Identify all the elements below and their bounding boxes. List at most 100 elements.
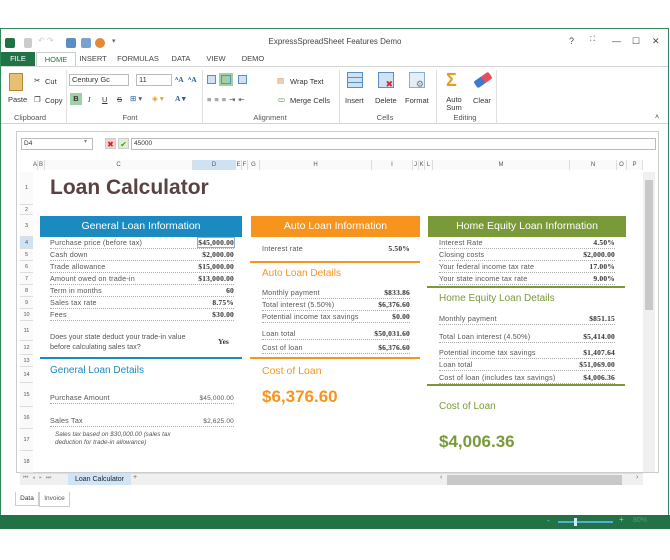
- formula-input[interactable]: 45000: [131, 138, 656, 150]
- font-color-icon[interactable]: A ▾: [175, 94, 186, 103]
- close-button[interactable]: ✕: [652, 36, 660, 47]
- align-middle-icon[interactable]: [219, 73, 233, 86]
- underline-button[interactable]: U: [102, 95, 107, 104]
- format-button[interactable]: Format: [405, 96, 429, 105]
- row-header[interactable]: 9: [20, 297, 33, 309]
- wrap-text-button[interactable]: Wrap Text: [290, 77, 324, 86]
- strikethrough-button[interactable]: S: [117, 95, 122, 104]
- sales-tax-note: Sales tax based on $30,000.00 (sales tax…: [55, 431, 171, 446]
- row-header[interactable]: 4: [20, 237, 33, 249]
- maximize-button[interactable]: ☐: [632, 36, 640, 47]
- data-row: Interest Rate 4.50%: [439, 238, 615, 249]
- row-header[interactable]: 12: [20, 341, 33, 355]
- column-header[interactable]: C: [45, 160, 193, 170]
- row-header[interactable]: 14: [20, 367, 33, 383]
- paste-button[interactable]: Paste: [8, 95, 27, 104]
- fullscreen-button[interactable]: ⛶: [590, 36, 595, 44]
- add-sheet-icon[interactable]: +: [133, 474, 137, 481]
- row-header[interactable]: 11: [20, 321, 33, 341]
- tab-view[interactable]: VIEW: [203, 52, 229, 66]
- font-name-select[interactable]: Century Gc: [69, 74, 129, 86]
- row-header[interactable]: 13: [20, 355, 33, 367]
- delete-button[interactable]: Delete: [375, 96, 397, 105]
- vertical-scroll-thumb[interactable]: [645, 180, 653, 310]
- font-size-select[interactable]: 11: [136, 74, 172, 86]
- data-row: Potential income tax savings $0.00: [262, 312, 410, 323]
- auto-details-title: Auto Loan Details: [262, 268, 341, 279]
- cancel-edit-icon[interactable]: ✖: [105, 138, 116, 149]
- column-header[interactable]: G: [248, 160, 260, 170]
- name-box[interactable]: D4: [21, 138, 93, 150]
- column-header[interactable]: P: [627, 160, 643, 170]
- align-bottom-icon[interactable]: [238, 75, 247, 84]
- row-header[interactable]: 5: [20, 249, 33, 261]
- row-header[interactable]: 10: [20, 309, 33, 321]
- trade-in-question: Does your state deduct your trade-in val…: [50, 332, 186, 351]
- row-header[interactable]: 2: [20, 205, 33, 215]
- sheet-tab-loan-calculator[interactable]: Loan Calculator: [68, 474, 131, 485]
- zoom-slider[interactable]: [558, 518, 613, 526]
- row-header[interactable]: 3: [20, 215, 33, 237]
- column-header[interactable]: B: [38, 160, 45, 170]
- row-header[interactable]: 6: [20, 261, 33, 273]
- horizontal-align-icons[interactable]: ≡≡≡⇥⇤: [207, 95, 248, 104]
- grow-font-icon[interactable]: ᴬA: [175, 75, 184, 84]
- copy-button[interactable]: Copy: [45, 96, 63, 105]
- general-details-title: General Loan Details: [50, 365, 144, 376]
- wrap-text-icon: ▤: [277, 76, 285, 85]
- scroll-right-icon[interactable]: ›: [636, 474, 638, 481]
- fill-color-icon[interactable]: ◈ ▾: [152, 94, 164, 103]
- column-header[interactable]: H: [260, 160, 372, 170]
- confirm-edit-icon[interactable]: ✔: [118, 138, 129, 149]
- data-row: Potential income tax savings $1,407.64: [439, 343, 615, 359]
- doc-tab-data[interactable]: Data: [15, 492, 39, 506]
- clear-button[interactable]: Clear: [473, 96, 491, 105]
- data-row: Total interest (5.50%) $6,376.60: [262, 300, 410, 311]
- sheet-nav-buttons[interactable]: ⏮◂▸⏭: [23, 475, 55, 482]
- shrink-font-icon[interactable]: ᴬA: [188, 75, 197, 84]
- help-button[interactable]: ?: [569, 36, 574, 46]
- zoom-out-button[interactable]: -: [547, 516, 550, 525]
- paste-icon[interactable]: [9, 73, 23, 91]
- tab-data[interactable]: DATA: [168, 52, 194, 66]
- data-row: Monthly payment $833.86: [262, 288, 410, 299]
- autosum-button[interactable]: Auto Sum: [444, 96, 464, 112]
- tab-insert[interactable]: INSERT: [78, 52, 108, 66]
- column-header[interactable]: D: [193, 160, 236, 170]
- tab-demo[interactable]: DEMO: [238, 52, 268, 66]
- cut-button[interactable]: Cut: [45, 77, 57, 86]
- scroll-left-icon[interactable]: ‹: [440, 474, 442, 481]
- data-row: Monthly payment $851.15: [439, 311, 615, 325]
- column-header[interactable]: M: [433, 160, 570, 170]
- row-header[interactable]: 1: [20, 172, 33, 205]
- horizontal-scroll-thumb[interactable]: [447, 475, 622, 485]
- tab-formulas[interactable]: FORMULAS: [116, 52, 160, 66]
- collapse-ribbon-icon[interactable]: ˄: [655, 114, 659, 121]
- zoom-in-button[interactable]: +: [619, 515, 624, 524]
- row-header[interactable]: 15: [20, 383, 33, 407]
- name-box-dropdown-icon[interactable]: ▾: [84, 138, 87, 145]
- tab-file[interactable]: FILE: [1, 52, 35, 66]
- italic-button[interactable]: I: [88, 95, 91, 104]
- vertical-scrollbar[interactable]: [643, 172, 655, 472]
- insert-button[interactable]: Insert: [345, 96, 364, 105]
- sales-tax-row: Sales Tax $2,625.00: [50, 413, 234, 427]
- trade-in-answer[interactable]: Yes: [218, 337, 229, 346]
- minimize-button[interactable]: —: [612, 36, 621, 46]
- row-header[interactable]: 17: [20, 429, 33, 451]
- row-header[interactable]: 16: [20, 407, 33, 429]
- doc-tab-invoice[interactable]: Invoice: [39, 492, 70, 507]
- row-header[interactable]: 18: [20, 451, 33, 473]
- column-header[interactable]: N: [570, 160, 617, 170]
- row-header[interactable]: 7: [20, 273, 33, 285]
- column-header[interactable]: I: [372, 160, 413, 170]
- column-header[interactable]: L: [425, 160, 433, 170]
- borders-icon[interactable]: ⊞ ▾: [130, 94, 142, 103]
- column-header[interactable]: O: [617, 160, 627, 170]
- tab-home[interactable]: HOME: [36, 52, 76, 67]
- data-row: Term in months 60: [50, 286, 234, 297]
- bold-button[interactable]: B: [70, 93, 82, 105]
- row-header[interactable]: 8: [20, 285, 33, 297]
- merge-cells-button[interactable]: Merge Cells: [290, 96, 330, 105]
- align-top-icon[interactable]: [207, 75, 216, 84]
